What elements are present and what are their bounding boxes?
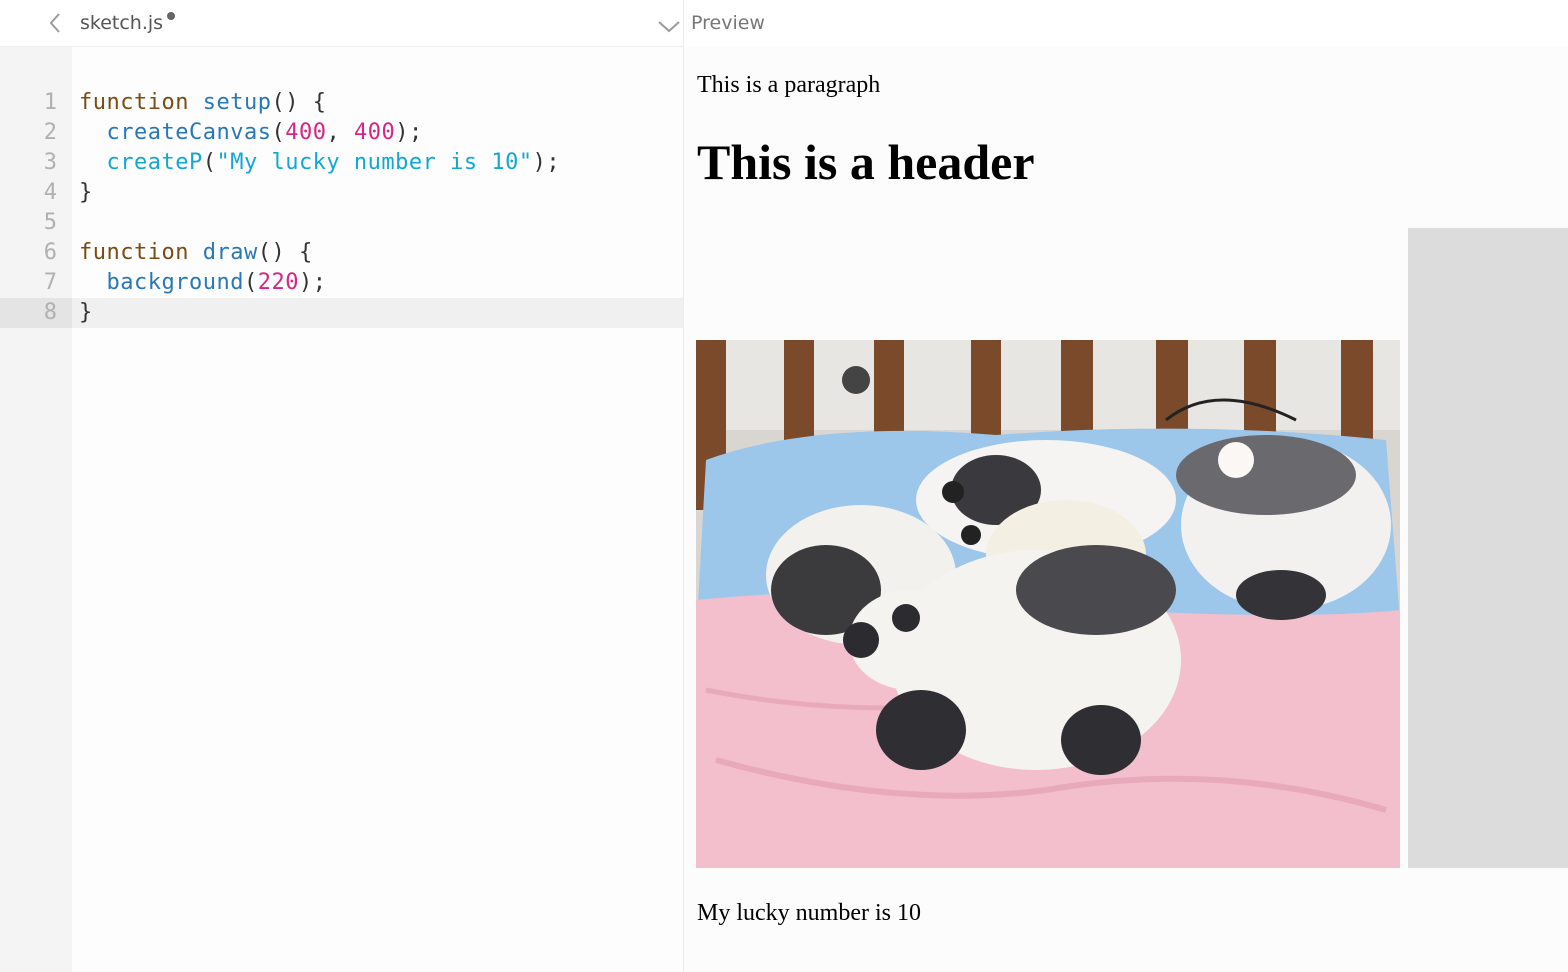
active-line-highlight: [0, 298, 683, 328]
keyword: function: [79, 90, 189, 115]
preview-title: Preview: [691, 12, 765, 34]
string-literal: "My lucky number is 10": [216, 150, 533, 175]
punctuation: );: [395, 120, 423, 145]
code-line-2[interactable]: createCanvas(400, 400);: [79, 118, 423, 148]
number-literal: 400: [353, 120, 396, 145]
punctuation: (: [271, 120, 286, 145]
unsaved-indicator: [167, 12, 175, 20]
punctuation: );: [532, 150, 561, 175]
back-button[interactable]: [40, 8, 70, 38]
line-number: 8: [43, 300, 57, 325]
code-line-7[interactable]: background(220);: [79, 268, 326, 298]
preview-paragraph: This is a paragraph: [697, 72, 881, 98]
line-number: 6: [43, 240, 57, 265]
code-line-8[interactable]: }: [79, 298, 93, 328]
function-call: background: [106, 270, 244, 295]
code-line-6[interactable]: function draw() {: [79, 238, 313, 268]
keyword: function: [79, 240, 189, 265]
function-call: createP: [106, 150, 203, 175]
code-line-3[interactable]: createP("My lucky number is 10");: [79, 148, 560, 178]
number-literal: 400: [285, 120, 327, 145]
preview-header-text: This is a header: [697, 134, 1035, 190]
editor-header: sketch.js: [0, 0, 683, 47]
chevron-down-icon: [658, 21, 680, 33]
file-name-tab[interactable]: sketch.js: [80, 12, 163, 34]
preview-header: [684, 0, 1568, 46]
punctuation: }: [79, 300, 93, 325]
function-call: createCanvas: [106, 120, 272, 145]
punctuation: (: [243, 270, 258, 295]
panda-image: [696, 340, 1400, 868]
punctuation: }: [79, 180, 93, 205]
function-name: draw: [202, 240, 258, 265]
code-line-4[interactable]: }: [79, 178, 93, 208]
punctuation: ,: [326, 120, 354, 145]
punctuation: );: [298, 270, 327, 295]
line-number: 3: [43, 150, 57, 175]
code-line-1[interactable]: function setup() {: [79, 88, 326, 118]
function-name: setup: [202, 90, 272, 115]
line-number: 5: [43, 210, 57, 235]
number-literal: 220: [257, 270, 299, 295]
line-number: 4: [43, 180, 57, 205]
preview-lucky-text: My lucky number is 10: [697, 900, 921, 926]
editor-pane: sketch.js 1 2 3 4 5 6 7 8 function setup…: [0, 0, 684, 972]
punctuation: () {: [257, 240, 313, 265]
line-number: 7: [43, 270, 57, 295]
collapse-preview-button[interactable]: [655, 12, 683, 40]
line-number: 1: [43, 90, 57, 115]
punctuation: (: [202, 150, 217, 175]
panda-cubs-photo-icon: [696, 340, 1400, 868]
punctuation: () {: [271, 90, 327, 115]
chevron-left-icon: [49, 13, 60, 33]
line-number: 2: [43, 120, 57, 145]
p5-canvas[interactable]: [1408, 228, 1568, 868]
code-editor[interactable]: [72, 47, 683, 972]
